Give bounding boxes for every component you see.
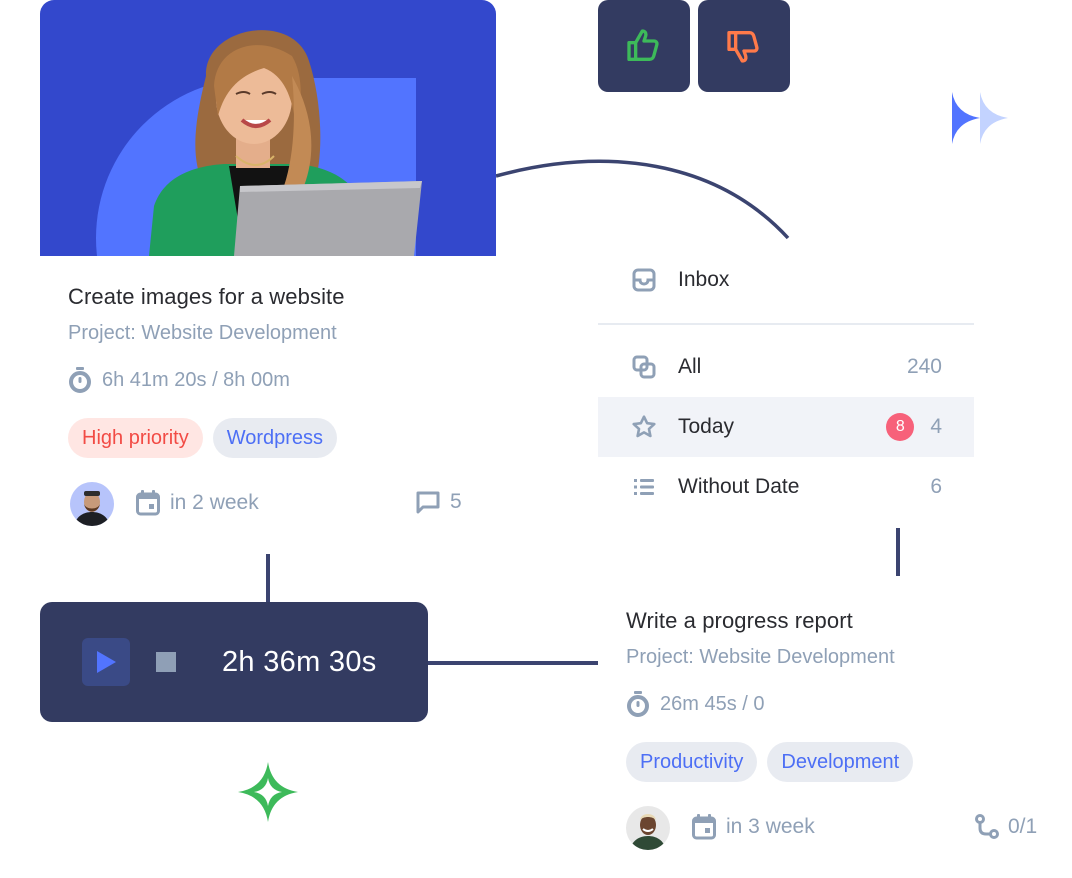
sparkle-decor-icon (238, 762, 298, 822)
comments-value: 5 (450, 490, 462, 513)
copy-icon (630, 353, 658, 381)
notification-badge: 8 (886, 413, 915, 441)
person-with-laptop-illustration (149, 30, 422, 256)
subtask-icon (975, 814, 999, 839)
task-title[interactable]: Write a progress report (626, 608, 853, 634)
play-icon (97, 651, 116, 673)
list-icon (630, 473, 658, 501)
time-tracked-value: 6h 41m 20s / 8h 00m (102, 368, 290, 391)
list-item-count: 240 (906, 355, 942, 378)
tag-high-priority[interactable]: High priority (68, 418, 203, 458)
assignee-avatar[interactable] (70, 482, 114, 526)
subtasks-count[interactable]: 0/1 (974, 814, 1037, 840)
stop-button[interactable] (156, 652, 176, 672)
list-item-without-date[interactable]: Without Date 6 (598, 457, 974, 517)
due-date-value: in 2 week (170, 491, 259, 514)
tag-wordpress[interactable]: Wordpress (212, 418, 338, 458)
thumbs-down-icon (727, 30, 759, 63)
connector-line (428, 661, 598, 665)
play-button[interactable] (82, 638, 130, 686)
list-item-all[interactable]: All 240 (598, 337, 974, 397)
comment-icon (416, 491, 440, 514)
list-item-count: 4 (930, 415, 942, 438)
list-item-label: All (678, 355, 702, 378)
avatar-man-photo (74, 491, 110, 526)
star-icon (630, 413, 658, 441)
due-date-value: in 3 week (726, 815, 815, 838)
task-project: Project: Website Development (626, 646, 895, 668)
dislike-button[interactable] (698, 0, 790, 92)
list-item-count: 6 (930, 475, 942, 498)
list-item-inbox[interactable]: Inbox (598, 250, 974, 310)
task-title[interactable]: Create images for a website (68, 284, 345, 310)
task-time-tracked: 6h 41m 20s / 8h 00m (68, 367, 290, 393)
calendar-icon (692, 814, 716, 840)
timer-value: 2h 36m 30s (222, 645, 377, 678)
fast-forward-decor-icon (952, 92, 1008, 144)
tag-development[interactable]: Development (767, 742, 914, 782)
list-item-today[interactable]: Today 8 4 (598, 397, 974, 457)
stopwatch-icon (627, 691, 649, 717)
list-item-label: Without Date (678, 475, 800, 498)
subtasks-value: 0/1 (1008, 815, 1038, 838)
tag-productivity[interactable]: Productivity (626, 742, 758, 782)
time-tracker-widget: 2h 36m 30s (40, 602, 428, 722)
due-date: in 3 week (692, 814, 815, 840)
calendar-icon (136, 490, 160, 516)
assignee-avatar[interactable] (626, 806, 670, 850)
hero-image (40, 0, 496, 256)
due-date: in 2 week (136, 490, 259, 516)
stopwatch-icon (69, 367, 91, 393)
connector-curve (496, 159, 790, 240)
list-item-label: Today (678, 415, 735, 438)
list-divider (598, 323, 974, 325)
avatar-woman-photo (630, 814, 666, 850)
inbox-icon (630, 266, 658, 294)
like-button[interactable] (598, 0, 690, 92)
task-time-tracked: 26m 45s / 0 (626, 691, 765, 717)
thumbs-up-icon (627, 29, 659, 61)
tag-list: Productivity Development (626, 742, 914, 782)
comments-count[interactable]: 5 (416, 490, 462, 514)
connector-line (266, 554, 270, 602)
time-tracked-value: 26m 45s / 0 (660, 692, 765, 715)
list-item-label: Inbox (678, 268, 730, 291)
tag-list: High priority Wordpress (68, 418, 338, 458)
connector-line (896, 528, 900, 576)
task-project: Project: Website Development (68, 322, 337, 344)
